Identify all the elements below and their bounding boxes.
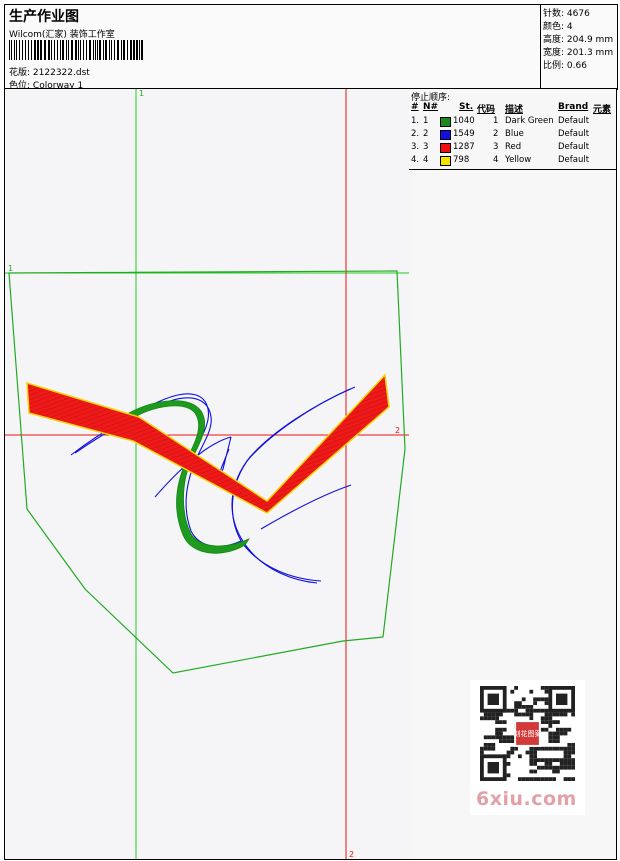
row-needle: 3 [423,142,429,152]
row-description: Dark Green [505,116,554,126]
stat-stitches: 针数: 4676 [543,9,590,19]
stat-height: 高度: 204.9 mm [543,35,614,45]
row-needle: 2 [423,129,429,139]
stat-colors: 颜色: 4 [543,22,573,32]
guide-label-h1: 1 [8,264,13,273]
company-name: Wilcom(汇家) 装饰工作室 [9,30,115,40]
row-number: 4. [411,155,420,165]
row-stitch-count: 1549 [453,129,475,139]
row-stitch-count: 1040 [453,116,475,126]
header-panel: 生产作业图 Wilcom(汇家) 装饰工作室 花版: 2122322.dst 色… [4,4,541,91]
color-swatch [440,117,451,127]
header-n: N# [423,102,439,112]
design-file-line: 花版: 2122322.dst [9,65,90,78]
row-needle: 1 [423,116,429,126]
row-needle: 4 [423,155,429,165]
color-swatch [440,143,451,153]
red-satin-fill [26,373,390,514]
header-desc: 描述 [505,105,524,115]
design-label: 花版: [9,68,31,78]
header-brand: Brand [558,102,589,112]
header-element: 元素 [593,105,612,115]
row-brand: Default [558,155,590,165]
design-stats: 针数: 4676 颜色: 4 高度: 204.9 mm 宽度: 201.3 mm… [540,4,618,90]
guide-label-v2: 2 [349,850,354,859]
row-code: 1 [493,116,499,126]
stop-sequence-table: 停止顺序: # N# St. 代码 描述 Brand 元素 1. 1 1040 1 Da… [409,89,616,170]
color-swatch [440,156,451,166]
row-brand: Default [558,129,590,139]
header-code: 代码 [477,105,496,115]
qr-seal-text: 刻花图案 [514,729,542,738]
row-number: 1. [411,116,420,126]
row-stitch-count: 798 [453,155,470,165]
row-description: Red [505,142,522,152]
design-canvas[interactable]: 1 1 2 2 [4,88,411,860]
barcode [9,40,143,60]
row-code: 4 [493,155,499,165]
site-watermark: 6xiu.com [476,788,577,810]
row-brand: Default [558,142,590,152]
guide-label-h2: 2 [395,426,400,435]
row-code: 3 [493,142,499,152]
row-brand: Default [558,116,590,126]
stat-scale: 比例: 0.66 [543,61,587,71]
row-description: Yellow [505,155,532,165]
qr-code: 刻花图案 [480,686,575,781]
row-stitch-count: 1287 [453,142,475,152]
row-description: Blue [505,129,524,139]
guide-label-v1: 1 [139,89,144,98]
color-swatch [440,130,451,140]
page-title: 生产作业图 [9,9,79,25]
row-code: 2 [493,129,499,139]
row-number: 3. [411,142,420,152]
header-num: # [411,102,419,112]
stat-width: 宽度: 201.3 mm [543,48,614,58]
embroidery-drawing: 1 1 2 2 [5,89,410,859]
row-number: 2. [411,129,420,139]
design-value: 2122322.dst [32,68,90,78]
header-stitches: St. [459,102,474,112]
